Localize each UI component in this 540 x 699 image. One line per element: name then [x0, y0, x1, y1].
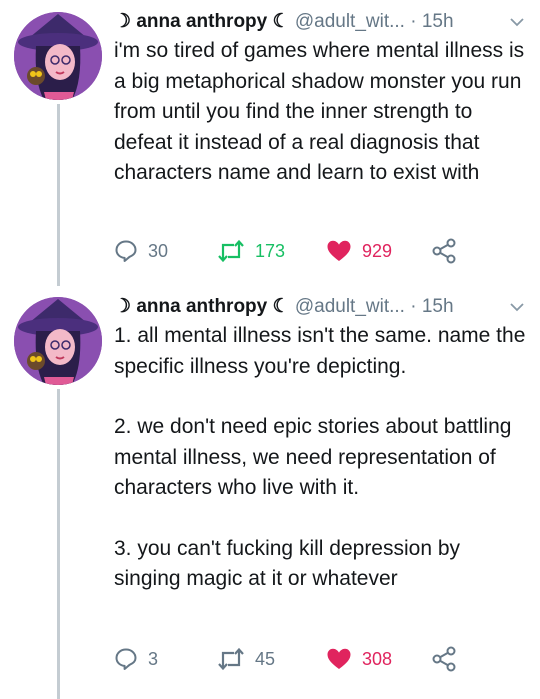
- reply-count: 3: [148, 648, 159, 669]
- thread-line: [57, 389, 60, 699]
- share-icon: [432, 646, 456, 672]
- tweet-actions: 3 45 308: [114, 644, 534, 674]
- tweet-text: 1. all mental illness isn't the same. na…: [114, 321, 526, 595]
- share-icon: [432, 238, 456, 264]
- avatar[interactable]: [14, 297, 102, 385]
- reply-button[interactable]: 30: [114, 236, 168, 266]
- timestamp[interactable]: 15h: [422, 296, 454, 317]
- separator-dot: ·: [410, 11, 417, 32]
- tweet-actions: 30 173 929: [114, 236, 534, 266]
- timestamp[interactable]: 15h: [422, 11, 454, 32]
- reply-icon: [115, 648, 137, 670]
- separator-dot: ·: [410, 296, 417, 317]
- tweet-header: ☽ anna anthropy ☾ @adult_wit... · 15h: [114, 8, 524, 36]
- display-name[interactable]: ☽ anna anthropy ☾: [114, 11, 290, 32]
- avatar-illustration: [14, 297, 102, 385]
- avatar[interactable]: [14, 12, 102, 100]
- like-button[interactable]: 929: [326, 236, 392, 266]
- reply-icon: [115, 240, 137, 262]
- like-count: 929: [362, 240, 393, 261]
- reply-count: 30: [148, 240, 169, 261]
- retweet-icon: [218, 239, 244, 263]
- like-count: 308: [362, 648, 393, 669]
- heart-icon: [327, 648, 351, 669]
- tweet[interactable]: ☽ anna anthropy ☾ @adult_wit... · 15h i'…: [0, 0, 540, 286]
- user-handle[interactable]: @adult_wit...: [295, 11, 405, 32]
- tweet-paragraph: 1. all mental illness isn't the same. na…: [114, 324, 526, 378]
- tweet-paragraph: 3. you can't fucking kill depression by …: [114, 536, 461, 591]
- tweet-paragraph: 2. we don't need epic stories about batt…: [114, 415, 512, 499]
- user-handle[interactable]: @adult_wit...: [295, 296, 405, 317]
- display-name[interactable]: ☽ anna anthropy ☾: [114, 296, 290, 317]
- reply-button[interactable]: 3: [114, 644, 158, 674]
- retweet-count: 173: [255, 240, 286, 261]
- tweet-paragraph: i'm so tired of games where mental illne…: [114, 39, 525, 184]
- chevron-down-icon[interactable]: [510, 17, 524, 27]
- like-button[interactable]: 308: [326, 644, 392, 674]
- chevron-down-icon[interactable]: [510, 302, 524, 312]
- tweet-text: i'm so tired of games where mental illne…: [114, 36, 526, 189]
- thread-line: [57, 104, 60, 286]
- tweet-header: ☽ anna anthropy ☾ @adult_wit... · 15h: [114, 293, 524, 321]
- retweet-icon: [218, 647, 244, 671]
- share-button[interactable]: [432, 236, 458, 266]
- retweet-button[interactable]: 173: [217, 236, 285, 266]
- heart-icon: [327, 240, 351, 261]
- avatar-illustration: [14, 12, 102, 100]
- retweet-count: 45: [255, 648, 276, 669]
- share-button[interactable]: [432, 644, 458, 674]
- retweet-button[interactable]: 45: [217, 644, 275, 674]
- tweet[interactable]: ☽ anna anthropy ☾ @adult_wit... · 15h 1.…: [0, 285, 540, 699]
